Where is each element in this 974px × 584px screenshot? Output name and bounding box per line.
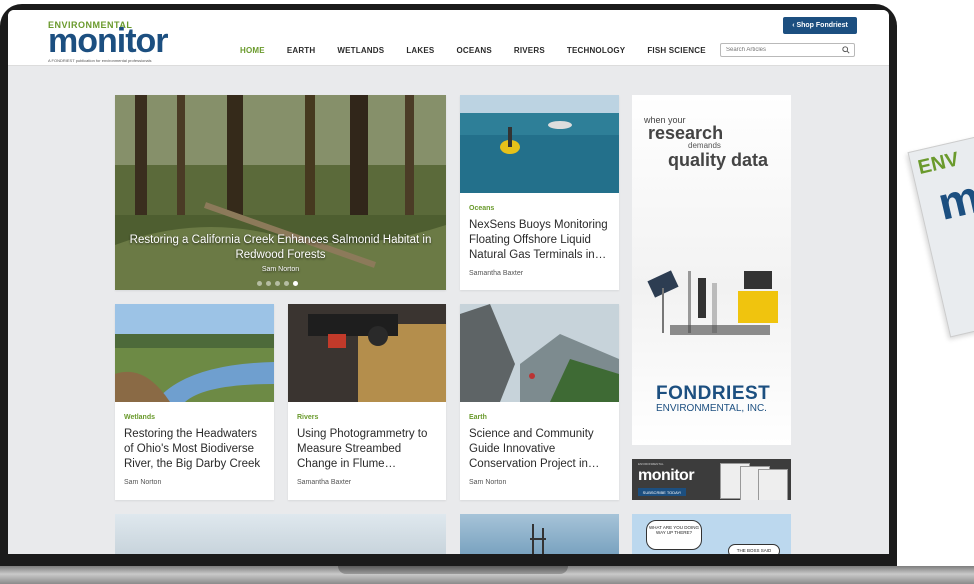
instruments-illustration: [647, 270, 778, 335]
nav-item-technology[interactable]: TECHNOLOGY: [567, 46, 625, 55]
card-author: Sam Norton: [469, 479, 507, 486]
stage: ENVIRONMENTAL monitor A FONDRIEST public…: [0, 0, 974, 584]
nav-item-oceans[interactable]: OCEANS: [456, 46, 491, 55]
comic-bubble-1: WHAT ARE YOU DOING WAY UP THERE?: [646, 520, 702, 550]
comic-ad[interactable]: WHAT ARE YOU DOING WAY UP THERE? THE BOS…: [632, 514, 791, 554]
article-card-wetlands[interactable]: Wetlands Restoring the Headwaters of Ohi…: [115, 304, 274, 500]
nav-item-fish-science[interactable]: FISH SCIENCE: [647, 46, 705, 55]
nav-item-wetlands[interactable]: WETLANDS: [337, 46, 384, 55]
wetland-illustration: [115, 304, 274, 402]
magazine-logo-fragment: m: [933, 170, 974, 230]
slider-dot-active[interactable]: [293, 281, 298, 286]
laptop-notch: [338, 566, 568, 574]
ocean-buoy-illustration: [460, 95, 619, 193]
article-card-rivers[interactable]: Rivers Using Photogrammetry to Measure S…: [288, 304, 446, 500]
flume-illustration: [288, 304, 446, 402]
search-box: [720, 43, 855, 57]
slider-dot[interactable]: [275, 281, 280, 286]
site-logo[interactable]: ENVIRONMENTAL monitor A FONDRIEST public…: [48, 20, 178, 64]
logo-tagline: A FONDRIEST publication for environmenta…: [48, 58, 152, 63]
main-nav: HOME EARTH WETLANDS LAKES OCEANS RIVERS …: [240, 46, 728, 55]
hero-title[interactable]: Restoring a California Creek Enhances Sa…: [125, 233, 436, 263]
magazine-cover: [758, 469, 788, 500]
fondriest-ad[interactable]: when your research demands quality data …: [632, 95, 791, 445]
laptop-frame: ENVIRONMENTAL monitor A FONDRIEST public…: [0, 4, 897, 572]
nav-item-home[interactable]: HOME: [240, 46, 265, 55]
magazine-photo: ENV m: [907, 136, 974, 338]
shop-fondriest-button[interactable]: ‹ Shop Fondriest: [783, 17, 857, 34]
subscribe-button[interactable]: SUBSCRIBE TODAY!: [638, 488, 686, 496]
partial-card-left[interactable]: [115, 514, 446, 554]
search-input[interactable]: [726, 45, 836, 55]
card-title[interactable]: NexSens Buoys Monitoring Floating Offsho…: [469, 218, 613, 263]
partial-card-middle[interactable]: [460, 514, 619, 554]
banner-logo: monitor: [638, 467, 695, 484]
article-card-oceans[interactable]: Oceans NexSens Buoys Monitoring Floating…: [460, 95, 619, 290]
card-category[interactable]: Earth: [469, 414, 487, 421]
comic-bubble-2: THE BOSS SAID: [728, 544, 780, 554]
article-card-earth[interactable]: Earth Science and Community Guide Innova…: [460, 304, 619, 500]
card-title[interactable]: Science and Community Guide Innovative C…: [469, 427, 613, 472]
card-title[interactable]: Restoring the Headwaters of Ohio's Most …: [124, 427, 268, 472]
logo-main-text: monitor: [48, 22, 169, 60]
card-image: [288, 304, 446, 402]
slider-dot[interactable]: [257, 281, 262, 286]
slider-dot[interactable]: [284, 281, 289, 286]
hero-author: Sam Norton: [261, 266, 300, 273]
card-image: [460, 304, 619, 402]
ad-line3: demands: [688, 141, 721, 150]
card-category[interactable]: Wetlands: [124, 414, 155, 421]
card-author: Samantha Baxter: [297, 479, 352, 486]
ad-line4: quality data: [668, 150, 769, 170]
slider-dot[interactable]: [266, 281, 271, 286]
tower-illustration: [530, 524, 546, 554]
hero-slider[interactable]: Restoring a California Creek Enhances Sa…: [115, 95, 446, 290]
banner-mini-text: ENVIRONMENTAL: [638, 462, 664, 466]
nav-item-earth[interactable]: EARTH: [287, 46, 316, 55]
card-image: [115, 304, 274, 402]
card-title[interactable]: Using Photogrammetry to Measure Streambe…: [297, 427, 440, 472]
nav-item-rivers[interactable]: RIVERS: [514, 46, 545, 55]
mountain-illustration: [460, 304, 619, 402]
card-image: [460, 95, 619, 193]
site-header: ENVIRONMENTAL monitor A FONDRIEST public…: [8, 10, 889, 66]
ad-brand-name: FONDRIEST: [656, 383, 771, 404]
browser-screen: ENVIRONMENTAL monitor A FONDRIEST public…: [8, 10, 889, 554]
search-icon[interactable]: [842, 46, 850, 54]
nav-item-lakes[interactable]: LAKES: [406, 46, 434, 55]
card-category[interactable]: Rivers: [297, 414, 318, 421]
card-author: Sam Norton: [124, 479, 162, 486]
card-category[interactable]: Oceans: [469, 205, 494, 212]
subscribe-banner[interactable]: ENVIRONMENTAL monitor SUBSCRIBE TODAY!: [632, 459, 791, 500]
card-author: Samantha Baxter: [469, 270, 524, 277]
slider-dots: [257, 281, 298, 286]
ad-brand-sub: ENVIRONMENTAL, INC.: [656, 403, 767, 414]
